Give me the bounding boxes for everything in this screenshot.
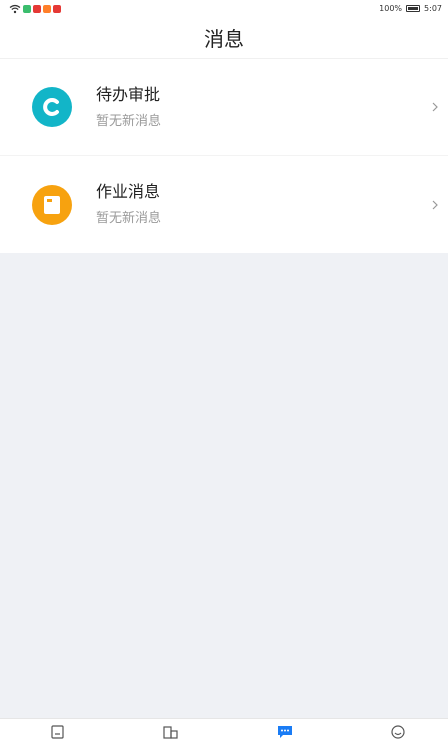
chevron-right-icon: [432, 200, 438, 209]
chevron-right-icon: [432, 102, 438, 112]
clock: 5:07: [424, 4, 442, 13]
homework-icon: [32, 184, 72, 225]
item-subtitle: 暂无新消息: [96, 211, 162, 226]
item-subtitle: 暂无新消息: [96, 113, 162, 129]
status-bar: 100% 5:07: [0, 0, 448, 17]
battery-percent: 100%: [379, 4, 403, 13]
wechat-app-icon: [23, 4, 31, 13]
item-text: 作业消息 暂无新消息: [96, 182, 161, 227]
notebook-icon[interactable]: [50, 725, 66, 739]
mail-app-icon: [53, 4, 61, 13]
video-app-icon: [43, 4, 51, 13]
battery-icon: [406, 5, 421, 12]
nav-bar: 消息: [0, 17, 448, 59]
message-list: 待办审批 暂无新消息 作业消息 暂无新消息: [0, 59, 448, 253]
wifi-icon: [9, 4, 21, 13]
tab-bar: [0, 718, 448, 742]
message-item-approval[interactable]: 待办审批 暂无新消息: [0, 59, 448, 156]
item-text: 待办审批 暂无新消息: [96, 85, 161, 130]
app-notification-icon: [33, 4, 41, 13]
building-icon[interactable]: [163, 725, 179, 739]
smile-icon[interactable]: [390, 725, 406, 739]
message-icon[interactable]: [277, 725, 293, 739]
item-title: 作业消息: [96, 182, 161, 201]
approval-icon: [32, 87, 72, 127]
page-title: 消息: [204, 27, 244, 51]
status-right: 100% 5:07: [379, 4, 442, 13]
item-title: 待办审批: [96, 84, 161, 104]
status-left: [9, 4, 61, 14]
message-item-homework[interactable]: 作业消息 暂无新消息: [0, 156, 448, 253]
